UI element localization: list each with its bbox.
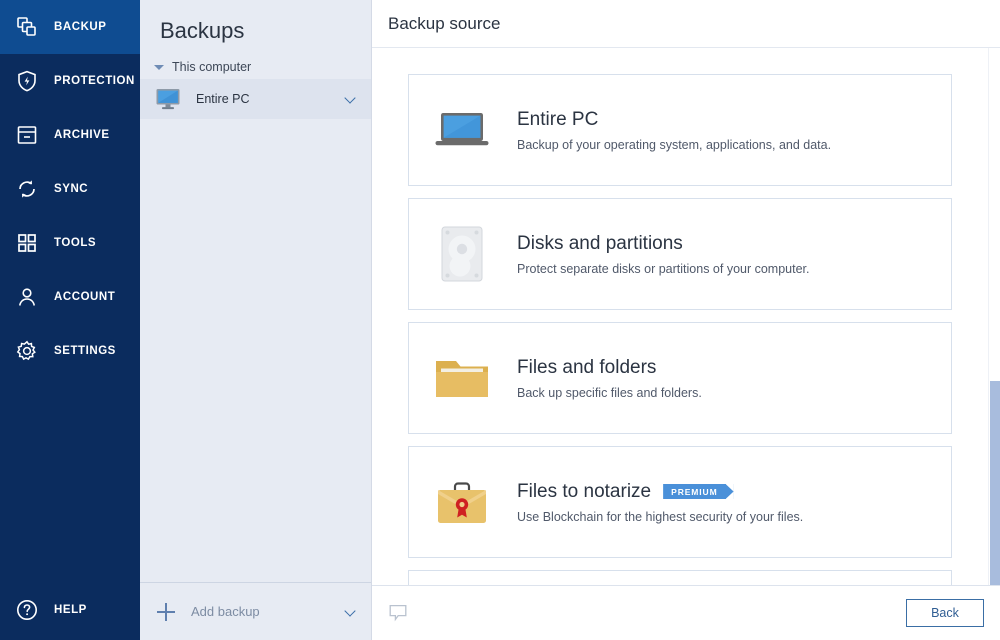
backup-copies-icon bbox=[12, 12, 42, 42]
source-card-maize[interactable]: MAIZE bbox=[408, 570, 952, 585]
backup-source-card-list: Entire PC Backup of your operating syste… bbox=[372, 48, 1000, 585]
source-card-body: Disks and partitions Protect separate di… bbox=[517, 233, 810, 276]
source-card-title-row: Entire PC bbox=[517, 109, 831, 131]
question-circle-icon bbox=[12, 595, 42, 625]
scrollbar-thumb[interactable] bbox=[990, 381, 1000, 585]
sidebar-nav-list: BACKUP PROTECTION bbox=[0, 0, 140, 378]
source-card-disks-and-partitions[interactable]: Disks and partitions Protect separate di… bbox=[408, 198, 952, 310]
backups-panel: Backups This computer Entire PC Add back bbox=[140, 0, 372, 640]
panel-group-this-computer[interactable]: This computer bbox=[140, 55, 371, 79]
sidebar-item-label: TOOLS bbox=[54, 237, 96, 249]
sidebar-spacer bbox=[0, 378, 140, 580]
chevron-down-icon[interactable] bbox=[345, 606, 357, 618]
source-card-title: Files and folders bbox=[517, 357, 656, 379]
sidebar-item-label: PROTECTION bbox=[54, 75, 135, 87]
plus-icon bbox=[157, 603, 175, 621]
source-card-subtitle: Use Blockchain for the highest security … bbox=[517, 510, 803, 524]
add-backup-label: Add backup bbox=[191, 604, 345, 619]
premium-badge: PREMIUM bbox=[663, 484, 733, 499]
sidebar-item-label: ARCHIVE bbox=[54, 129, 110, 141]
chevron-down-icon[interactable] bbox=[345, 93, 357, 105]
folder-icon bbox=[431, 347, 493, 409]
sidebar-item-label: SETTINGS bbox=[54, 345, 116, 357]
speech-bubble-icon[interactable] bbox=[388, 603, 408, 623]
source-card-files-and-folders[interactable]: Files and folders Back up specific files… bbox=[408, 322, 952, 434]
source-card-body: Files and folders Back up specific files… bbox=[517, 357, 702, 400]
panel-group-label: This computer bbox=[172, 60, 251, 74]
laptop-icon bbox=[431, 99, 493, 161]
sidebar-item-tools[interactable]: TOOLS bbox=[0, 216, 140, 270]
sidebar-item-label: BACKUP bbox=[54, 21, 107, 33]
monitor-icon bbox=[154, 87, 182, 111]
source-card-body: Files to notarize PREMIUM Use Blockchain… bbox=[517, 481, 803, 524]
panel-spacer bbox=[140, 119, 371, 582]
main-sidebar: BACKUP PROTECTION bbox=[0, 0, 140, 640]
hard-disk-icon bbox=[431, 223, 493, 285]
briefcase-seal-icon bbox=[431, 471, 493, 533]
sidebar-item-label: ACCOUNT bbox=[54, 291, 115, 303]
source-card-title: Files to notarize bbox=[517, 481, 651, 503]
sidebar-item-account[interactable]: ACCOUNT bbox=[0, 270, 140, 324]
panel-title: Backups bbox=[140, 0, 371, 55]
sidebar-item-sync[interactable]: SYNC bbox=[0, 162, 140, 216]
sidebar-item-protection[interactable]: PROTECTION bbox=[0, 54, 140, 108]
add-backup-button[interactable]: Add backup bbox=[140, 582, 371, 640]
person-icon bbox=[12, 282, 42, 312]
source-card-entire-pc[interactable]: Entire PC Backup of your operating syste… bbox=[408, 74, 952, 186]
sidebar-item-help[interactable]: HELP bbox=[0, 580, 140, 640]
archive-box-icon bbox=[12, 120, 42, 150]
vertical-scrollbar[interactable] bbox=[988, 48, 1000, 585]
back-button[interactable]: Back bbox=[906, 599, 984, 627]
main-header: Backup source bbox=[372, 0, 1000, 48]
grid-squares-icon bbox=[12, 228, 42, 258]
application-window: BACKUP PROTECTION bbox=[0, 0, 1000, 640]
source-card-subtitle: Back up specific files and folders. bbox=[517, 386, 702, 400]
sidebar-item-settings[interactable]: SETTINGS bbox=[0, 324, 140, 378]
source-card-title: Disks and partitions bbox=[517, 233, 683, 255]
footer-bar: Back bbox=[372, 585, 1000, 640]
sidebar-item-backup[interactable]: BACKUP bbox=[0, 0, 140, 54]
source-card-title: Entire PC bbox=[517, 109, 598, 131]
source-card-title-row: Files and folders bbox=[517, 357, 702, 379]
sidebar-item-label: HELP bbox=[54, 604, 87, 616]
caret-down-icon bbox=[154, 65, 164, 70]
gear-icon bbox=[12, 336, 42, 366]
main-content: Backup source Ent bbox=[372, 0, 1000, 640]
backup-list-item-label: Entire PC bbox=[196, 92, 345, 106]
source-card-files-to-notarize[interactable]: Files to notarize PREMIUM Use Blockchain… bbox=[408, 446, 952, 558]
source-card-subtitle: Protect separate disks or partitions of … bbox=[517, 262, 810, 276]
sidebar-item-archive[interactable]: ARCHIVE bbox=[0, 108, 140, 162]
source-card-subtitle: Backup of your operating system, applica… bbox=[517, 138, 831, 152]
backup-list-item-entire-pc[interactable]: Entire PC bbox=[140, 79, 371, 119]
source-card-body: Entire PC Backup of your operating syste… bbox=[517, 109, 831, 152]
page-title: Backup source bbox=[388, 14, 500, 34]
source-card-title-row: Files to notarize PREMIUM bbox=[517, 481, 803, 503]
shield-bolt-icon bbox=[12, 66, 42, 96]
sidebar-item-label: SYNC bbox=[54, 183, 88, 195]
backup-source-scroll-area: Entire PC Backup of your operating syste… bbox=[372, 48, 1000, 585]
sync-arrows-icon bbox=[12, 174, 42, 204]
source-card-title-row: Disks and partitions bbox=[517, 233, 810, 255]
